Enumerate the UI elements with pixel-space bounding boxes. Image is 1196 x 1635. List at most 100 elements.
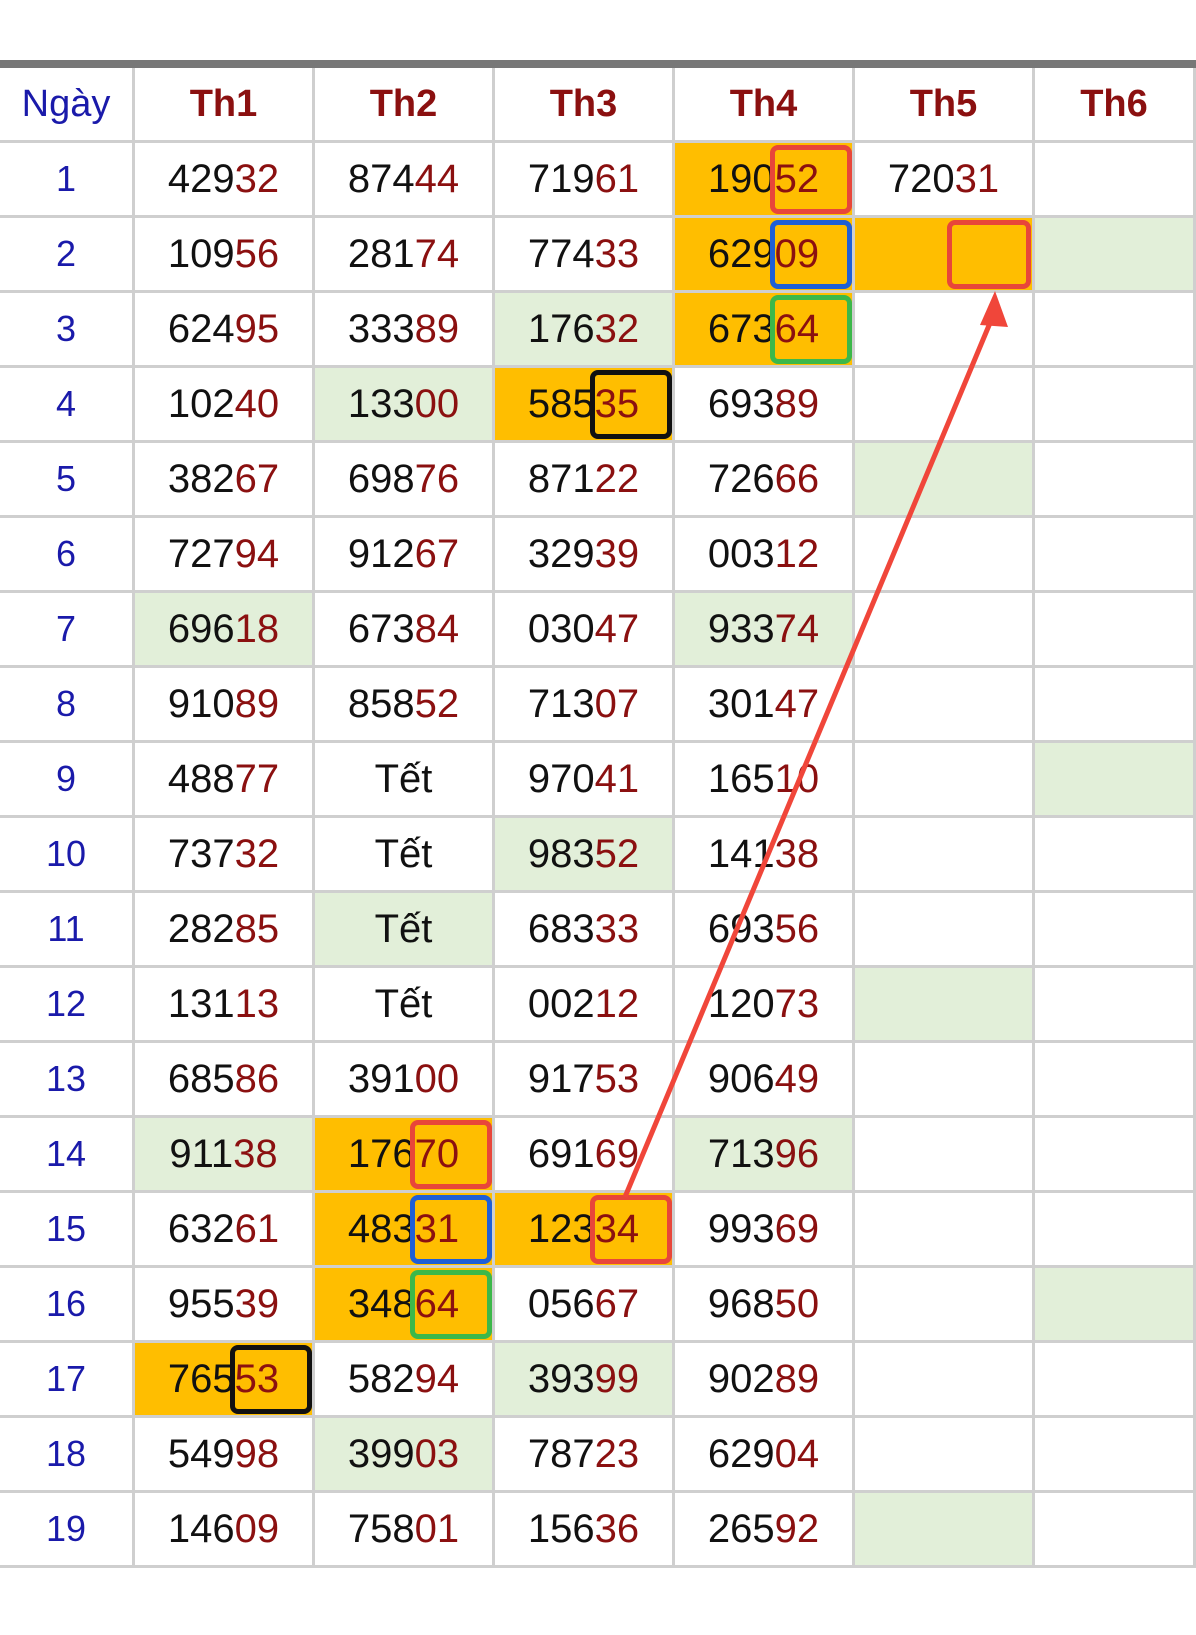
number-last-two: 67 [594,1281,640,1326]
table-cell: 720 31 [855,143,1035,218]
table-cell [1035,1343,1196,1418]
number-last-two: 89 [414,306,460,351]
number-last-two: 32 [234,156,280,201]
table-cell [855,293,1035,368]
number-last-two: 40 [234,381,280,426]
number-last-two: 18 [234,606,280,651]
number-prefix: 713 [527,681,595,726]
number-last-two: 92 [774,1506,820,1551]
table-cell: 030 47 [495,593,675,668]
table-cell: 109 56 [135,218,315,293]
day-label: 9 [0,743,135,818]
highlight-marker [770,220,852,289]
table-cell [855,968,1035,1043]
table-cell: 333 89 [315,293,495,368]
table-cell [1035,143,1196,218]
number-prefix: 429 [167,156,235,201]
number-last-two: 00 [414,1056,460,1101]
table-cell: 141 38 [675,818,855,893]
table-cell [1035,593,1196,668]
number-prefix: 585 [527,381,595,426]
table-cell: 056 67 [495,1268,675,1343]
number-prefix: 301 [707,681,775,726]
number-prefix: 691 [527,1131,595,1176]
number-prefix: 176 [527,306,595,351]
number-prefix: 382 [167,456,235,501]
number-prefix: 912 [347,531,415,576]
number-prefix: 787 [527,1431,595,1476]
number-prefix: 102 [167,381,235,426]
day-label: 1 [0,143,135,218]
day-label: 12 [0,968,135,1043]
table-cell: 629 04 [675,1418,855,1493]
day-label: 15 [0,1193,135,1268]
table-cell: 131 13 [135,968,315,1043]
table-cell: 726 66 [675,443,855,518]
number-prefix: 726 [707,456,775,501]
table-cell [1035,1193,1196,1268]
cell-text: Tết [374,906,433,951]
table-cell: 282 85 [135,893,315,968]
table-cell: 624 95 [135,293,315,368]
number-last-two: 38 [233,1131,278,1176]
number-prefix: 713 [707,1131,775,1176]
number-prefix: 632 [167,1206,235,1251]
table-cell [855,818,1035,893]
cell-text: Tết [374,831,433,876]
number-last-two: 44 [414,156,460,201]
table-cell [855,443,1035,518]
table-cell: 265 92 [675,1493,855,1568]
number-prefix: 970 [527,756,595,801]
number-prefix: 281 [347,231,415,276]
header-th2: Th2 [315,68,495,143]
number-last-two: 66 [774,456,820,501]
table-cell: 912 67 [315,518,495,593]
number-last-two: 85 [234,906,280,951]
number-last-two: 52 [594,831,640,876]
number-prefix: 165 [707,756,775,801]
number-prefix: 549 [167,1431,235,1476]
table-cell: 693 56 [675,893,855,968]
number-prefix: 719 [527,156,595,201]
number-last-two: 67 [234,456,280,501]
table-cell: 696 18 [135,593,315,668]
number-prefix: 399 [347,1431,415,1476]
number-last-two: 31 [954,156,1000,201]
number-last-two: 98 [234,1431,280,1476]
number-last-two: 07 [594,681,640,726]
number-prefix: 917 [527,1056,595,1101]
table-cell: Tết [315,968,495,1043]
highlight-marker [410,1270,492,1339]
highlight-marker [590,1195,672,1264]
number-last-two: 41 [594,756,640,801]
table-cell: 165 10 [675,743,855,818]
number-last-two: 61 [594,156,640,201]
number-prefix: 488 [167,756,235,801]
table-cell: 673 84 [315,593,495,668]
number-prefix: 391 [347,1056,415,1101]
table-cell [1035,1268,1196,1343]
table-cell [855,1118,1035,1193]
number-prefix: 030 [527,606,595,651]
day-label: 10 [0,818,135,893]
table-cell: 146 09 [135,1493,315,1568]
number-last-two: 04 [774,1431,820,1476]
number-prefix: 109 [167,231,235,276]
number-prefix: 673 [707,306,775,351]
number-prefix: 933 [707,606,775,651]
number-last-two: 03 [414,1431,460,1476]
number-last-two: 12 [594,981,640,1026]
table-cell [1035,218,1196,293]
table-cell: 003 12 [675,518,855,593]
table-cell [1035,1118,1196,1193]
number-prefix: 629 [707,231,775,276]
number-last-two: 94 [234,531,280,576]
header-th5: Th5 [855,68,1035,143]
table-cell: 983 52 [495,818,675,893]
table-cell [855,668,1035,743]
number-last-two: 36 [594,1506,640,1551]
table-cell: Tết [315,893,495,968]
highlight-marker [590,370,672,439]
number-prefix: 765 [167,1356,235,1401]
table-cell: 429 32 [135,143,315,218]
